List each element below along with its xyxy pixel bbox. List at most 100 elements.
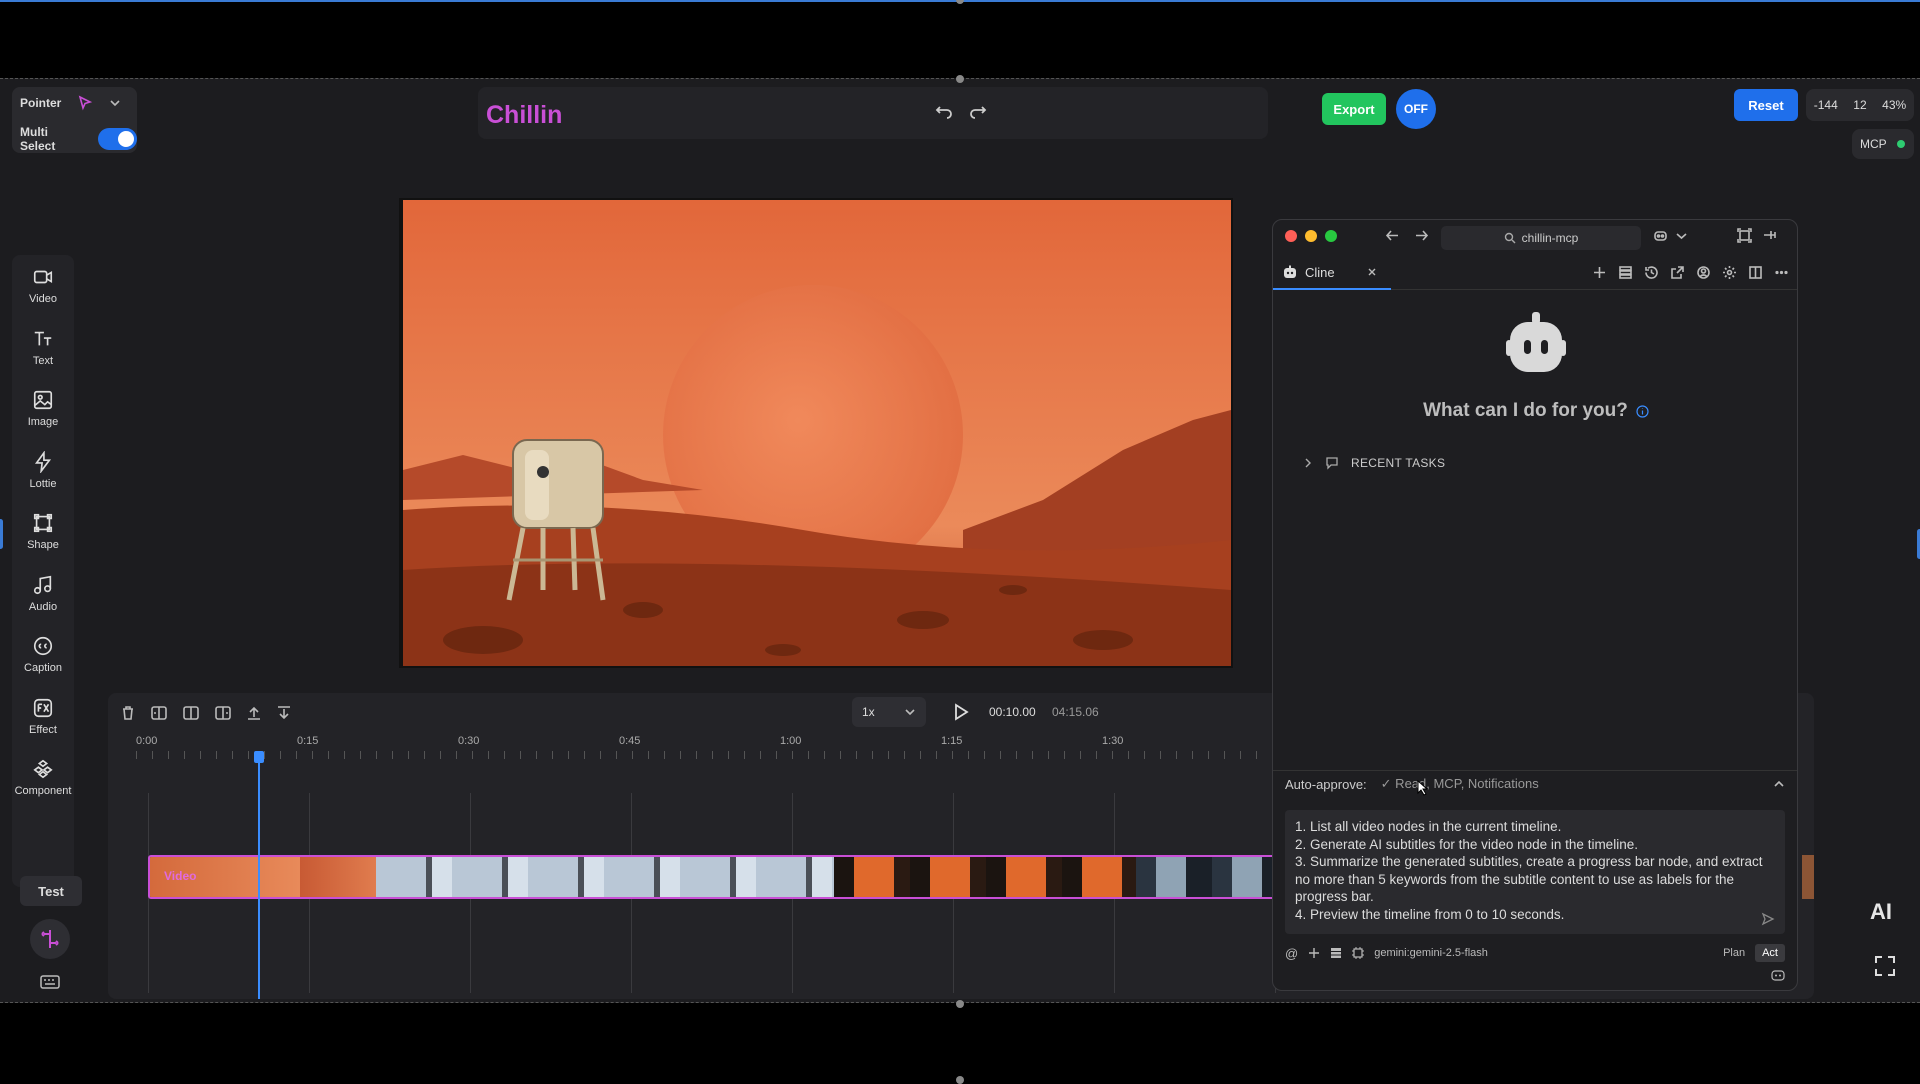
chevron-down-icon: [905, 709, 915, 716]
tool-label: Effect: [29, 723, 57, 736]
tick-label: 0:30: [458, 735, 480, 747]
maximize-window-button[interactable]: [1325, 230, 1337, 242]
recent-tasks-toggle[interactable]: RECENT TASKS: [1303, 456, 1445, 470]
screenshot-icon[interactable]: [1737, 228, 1752, 243]
upload-icon[interactable]: [246, 705, 262, 721]
tool-shape[interactable]: Shape: [12, 501, 74, 563]
prompt-input[interactable]: 1. List all video nodes in the current t…: [1285, 810, 1785, 934]
gear-icon[interactable]: [1722, 265, 1737, 280]
act-toggle[interactable]: Act: [1755, 944, 1785, 962]
add-context-icon[interactable]: [1308, 947, 1320, 959]
chevron-up-icon[interactable]: [1773, 778, 1785, 790]
text-icon: [34, 331, 52, 346]
preview-canvas[interactable]: [399, 198, 1233, 668]
resize-handle-top[interactable]: [956, 0, 964, 4]
tick-label: 1:00: [780, 735, 802, 747]
clip-frame: [1136, 857, 1278, 897]
video-clip[interactable]: Video: [148, 855, 1280, 899]
url-bar[interactable]: chillin-mcp: [1441, 226, 1641, 250]
new-task-icon[interactable]: [1592, 265, 1607, 280]
plan-toggle[interactable]: Plan: [1723, 947, 1745, 959]
divider: [1273, 770, 1797, 771]
prompt-line: 1. List all video nodes in the current t…: [1295, 819, 1562, 834]
tool-caption[interactable]: Caption: [12, 624, 74, 686]
info-icon[interactable]: [1636, 404, 1649, 418]
mcp-status-dot: [1896, 140, 1905, 148]
chevron-down-icon[interactable]: [109, 97, 121, 109]
history-icon[interactable]: [1644, 265, 1659, 280]
prompt-line: 2. Generate AI subtitles for the video n…: [1295, 836, 1638, 852]
tab-label: Cline: [1305, 264, 1335, 280]
tab-cline[interactable]: Cline: [1273, 256, 1391, 290]
play-icon[interactable]: [952, 703, 970, 721]
fullscreen-icon[interactable]: [1874, 955, 1896, 977]
copilot-menu[interactable]: [1653, 228, 1689, 243]
shape-icon: [33, 514, 53, 533]
close-tab-icon[interactable]: [1367, 267, 1377, 277]
mention-icon[interactable]: @: [1285, 946, 1298, 961]
tool-label: Lottie: [29, 477, 57, 490]
mcp-status[interactable]: MCP: [1852, 129, 1914, 159]
tool-video[interactable]: Video: [12, 255, 74, 317]
redo-icon[interactable]: [968, 103, 988, 123]
forward-arrow-icon[interactable]: [1414, 228, 1429, 243]
pointer-icon[interactable]: [77, 95, 93, 111]
pointer-mode-label: Pointer: [20, 96, 62, 110]
tool-lottie[interactable]: Lottie: [12, 440, 74, 502]
prompt-line: 4. Preview the timeline from 0 to 10 sec…: [1295, 906, 1565, 922]
auto-approve-row[interactable]: Auto-approve: ✓ Read, MCP, Notifications: [1285, 776, 1785, 792]
prompt-line: 3. Summarize the generated subtitles, cr…: [1295, 854, 1763, 904]
x-value[interactable]: -144: [1814, 98, 1838, 112]
back-arrow-icon[interactable]: [1385, 228, 1400, 243]
model-icon: [1352, 947, 1365, 959]
tool-effect[interactable]: Effect: [12, 686, 74, 748]
resize-handle-bottom[interactable]: [956, 1076, 964, 1084]
multi-select-toggle[interactable]: [97, 128, 137, 150]
split-center-icon[interactable]: [182, 705, 200, 721]
zoom-value[interactable]: 43%: [1882, 98, 1906, 112]
tool-text[interactable]: Text: [12, 317, 74, 379]
speed-select[interactable]: 1x: [852, 697, 926, 727]
tool-component[interactable]: Component: [12, 747, 74, 809]
popout-icon[interactable]: [1670, 265, 1685, 280]
video-icon: [33, 270, 53, 284]
close-window-button[interactable]: [1285, 230, 1297, 242]
tool-image[interactable]: Image: [12, 378, 74, 440]
tool-label: Audio: [28, 600, 58, 613]
off-button[interactable]: OFF: [1396, 89, 1436, 129]
undo-icon[interactable]: [934, 103, 954, 123]
keyboard-icon[interactable]: [40, 974, 60, 990]
app-handle-bottom[interactable]: [956, 1000, 964, 1008]
ai-button[interactable]: AI: [1870, 899, 1892, 925]
minimize-window-button[interactable]: [1305, 230, 1317, 242]
timeline-ruler[interactable]: 0:00 0:15 0:30 0:45 1:00 1:15 1:30 1: [136, 735, 1297, 759]
model-selector[interactable]: gemini:gemini-2.5-flash: [1374, 947, 1488, 959]
export-button[interactable]: Export: [1322, 93, 1386, 125]
split-right-icon[interactable]: [214, 705, 232, 721]
account-icon[interactable]: [1696, 265, 1711, 280]
mouse-cursor-icon: [1417, 780, 1429, 796]
split-view-icon[interactable]: [1748, 265, 1763, 280]
test-button[interactable]: Test: [20, 876, 82, 906]
split-icon[interactable]: [30, 919, 70, 959]
reset-button[interactable]: Reset: [1734, 89, 1798, 121]
audio-icon: [33, 575, 52, 594]
tab-row: Cline: [1273, 256, 1797, 290]
mcp-servers-icon[interactable]: [1618, 265, 1633, 280]
split-left-icon[interactable]: [150, 705, 168, 721]
y-value[interactable]: 12: [1853, 98, 1866, 112]
copilot-icon[interactable]: [1771, 968, 1785, 982]
left-edge-handle[interactable]: [0, 519, 3, 549]
tool-label: Text: [32, 354, 54, 367]
download-icon[interactable]: [276, 705, 292, 721]
tool-audio[interactable]: Audio: [12, 563, 74, 625]
send-icon[interactable]: [1761, 912, 1775, 926]
playhead-line[interactable]: [258, 759, 260, 999]
app-handle-top[interactable]: [956, 75, 964, 83]
pin-icon[interactable]: [1762, 228, 1777, 243]
mcp-server-icon[interactable]: [1330, 947, 1342, 959]
delete-icon[interactable]: [120, 705, 136, 721]
copilot-icon: [1654, 231, 1667, 241]
more-icon[interactable]: [1774, 265, 1789, 280]
auto-approve-label: Auto-approve:: [1285, 776, 1367, 792]
